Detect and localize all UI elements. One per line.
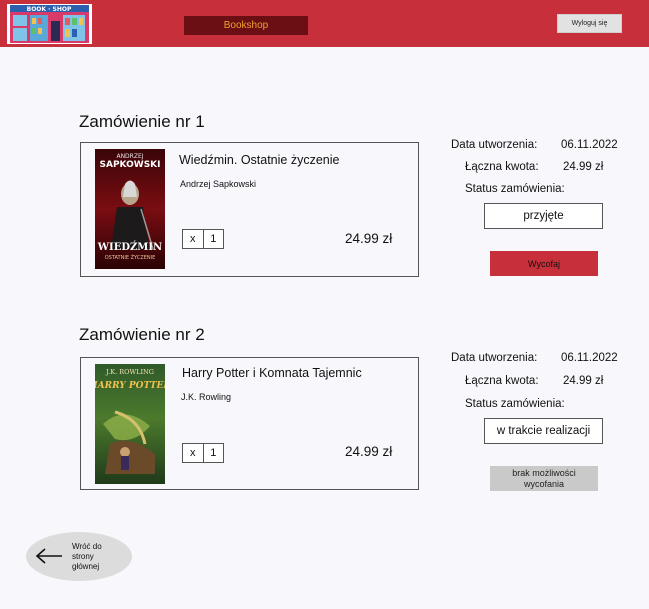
cover-series-title: HARRY POTTER xyxy=(95,381,165,391)
quantity-multiply-label: x xyxy=(183,230,204,248)
order-1-total-label: Łączna kwota: xyxy=(465,161,539,173)
order-2-total-value: 24.99 zł xyxy=(563,375,604,387)
back-to-home-button[interactable]: Wróć do strony głównej xyxy=(26,532,132,581)
order-1-quantity-box: x 1 xyxy=(182,229,224,249)
quantity-value: 1 xyxy=(210,233,217,245)
cover-series-title: WIEDŹMIN xyxy=(97,241,162,253)
order-2-total-label: Łączna kwota: xyxy=(465,375,539,387)
order-1-status-value: przyjęte xyxy=(484,203,603,229)
quantity-value: 1 xyxy=(210,447,217,459)
order-2-status-value: w trakcie realizacji xyxy=(484,418,603,444)
cover-book-subtitle: OSTATNIE ŻYCZENIE xyxy=(105,254,155,261)
header-bar: BOOK · SHOP Bookshop Wyloguj się xyxy=(0,0,649,47)
quantity-multiply-label: x xyxy=(183,444,204,462)
order-2-cancel-unavailable-button: brak możliwości wycofania xyxy=(490,466,598,491)
arrow-left-icon xyxy=(34,546,64,571)
logo-text: BOOK · SHOP xyxy=(27,6,72,13)
order-1-item-card: ANDRZEJ SAPKOWSKI WIEDŹMIN OSTATNIE ŻYCZ… xyxy=(80,142,419,277)
order-1-book-title[interactable]: Wiedźmin. Ostatnie życzenie xyxy=(179,153,339,167)
order-2-book-author: J.K. Rowling xyxy=(181,392,232,402)
order-2-item-card: J.K. ROWLING HARRY POTTER Harry Potter i… xyxy=(80,357,419,490)
book-cover-witcher[interactable]: ANDRZEJ SAPKOWSKI WIEDŹMIN OSTATNIE ŻYCZ… xyxy=(95,149,165,269)
order-2-quantity-box: x 1 xyxy=(182,443,224,463)
order-2-book-title[interactable]: Harry Potter i Komnata Tajemnic xyxy=(182,366,362,380)
back-to-home-label: Wróć do strony głównej xyxy=(72,542,102,571)
cover-author-last: SAPKOWSKI xyxy=(100,160,161,170)
order-1-title: Zamówienie nr 1 xyxy=(79,112,205,131)
order-1-cancel-button[interactable]: Wycofaj xyxy=(490,251,598,276)
order-2-item-price: 24.99 zł xyxy=(345,444,393,459)
order-2-created-label: Data utworzenia: xyxy=(451,352,538,364)
order-1-total-value: 24.99 zł xyxy=(563,161,604,173)
order-1-status-label: Status zamówienia: xyxy=(465,183,565,195)
order-1-created-label: Data utworzenia: xyxy=(451,139,538,151)
order-2-status-label: Status zamówienia: xyxy=(465,398,565,410)
order-1-item-price: 24.99 zł xyxy=(345,231,393,246)
bookshop-logo[interactable]: BOOK · SHOP xyxy=(7,4,92,44)
order-1-book-author: Andrzej Sapkowski xyxy=(180,179,257,189)
book-cover-harry-potter[interactable]: J.K. ROWLING HARRY POTTER xyxy=(95,364,165,484)
cover-author-first: ANDRZEJ xyxy=(116,153,143,160)
cover-author: J.K. ROWLING xyxy=(105,368,154,376)
order-2-title: Zamówienie nr 2 xyxy=(79,325,205,344)
order-1-created-value: 06.11.2022 xyxy=(561,139,618,151)
logout-button[interactable]: Wyloguj się xyxy=(557,14,622,33)
order-2-created-value: 06.11.2022 xyxy=(561,352,618,364)
bookshop-home-button[interactable]: Bookshop xyxy=(184,16,308,35)
